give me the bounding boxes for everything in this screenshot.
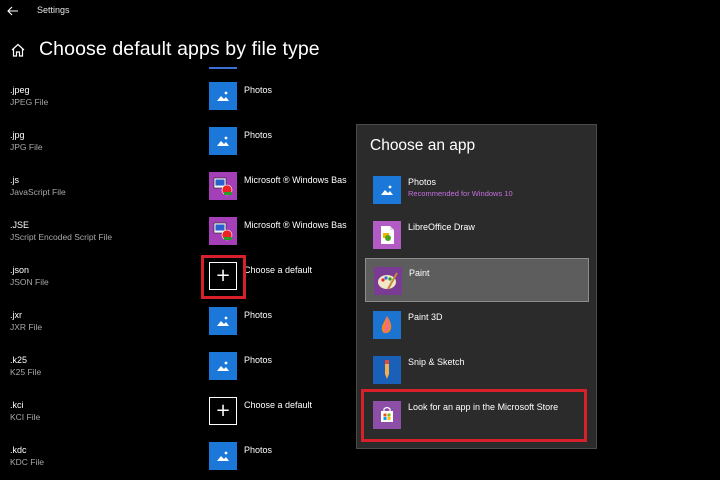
file-description: K25 File bbox=[10, 367, 42, 377]
default-app-name: Photos bbox=[244, 85, 273, 95]
photos-icon bbox=[373, 176, 401, 204]
file-type-row-jse: .JSE JScript Encoded Script File Microso… bbox=[0, 217, 360, 265]
app-option-libreoffice-draw[interactable]: LibreOffice Draw bbox=[365, 213, 589, 257]
list-scroll-indicator bbox=[209, 67, 237, 69]
file-type-row-k25: .k25 K25 File Photos bbox=[0, 352, 360, 400]
file-type-row-kci: .kci KCI File + Choose a default bbox=[0, 397, 360, 445]
paint-icon bbox=[374, 267, 402, 295]
file-description: JScript Encoded Script File bbox=[10, 232, 113, 242]
file-type-row-json: .json JSON File + Choose a default bbox=[0, 262, 360, 310]
default-app-button[interactable]: Photos bbox=[209, 82, 369, 112]
app-option-name: LibreOffice Draw bbox=[408, 222, 475, 232]
app-option-snip-sketch[interactable]: Snip & Sketch bbox=[365, 348, 589, 392]
photos-icon bbox=[209, 442, 237, 470]
file-extension: .jpg bbox=[10, 130, 25, 140]
plus-icon: + bbox=[209, 397, 237, 425]
app-option-paint[interactable]: Paint bbox=[365, 258, 589, 302]
flyout-title: Choose an app bbox=[370, 137, 476, 154]
default-app-name: Photos bbox=[244, 310, 273, 320]
page-title: Choose default apps by file type bbox=[39, 38, 320, 60]
file-extension: .js bbox=[10, 175, 19, 185]
default-app-button[interactable]: Photos bbox=[209, 352, 369, 382]
default-app-button[interactable]: Photos bbox=[209, 307, 369, 337]
app-option-photos[interactable]: Photos Recommended for Windows 10 bbox=[365, 168, 589, 212]
default-app-button[interactable]: Photos bbox=[209, 127, 369, 157]
photos-icon bbox=[209, 127, 237, 155]
title-bar: Settings bbox=[0, 0, 720, 24]
app-option-name: Paint 3D bbox=[408, 312, 443, 322]
photos-icon bbox=[209, 307, 237, 335]
default-app-name: Microsoft ® Windows Bas bbox=[244, 220, 347, 230]
file-description: JPG File bbox=[10, 142, 43, 152]
file-description: KCI File bbox=[10, 412, 41, 422]
window-title: Settings bbox=[37, 5, 70, 15]
libreoffice-draw-icon bbox=[373, 221, 401, 249]
default-app-button[interactable]: Microsoft ® Windows Bas bbox=[209, 217, 369, 247]
windows-script-host-icon bbox=[209, 172, 237, 200]
file-extension: .k25 bbox=[10, 355, 28, 365]
file-extension: .jpeg bbox=[10, 85, 30, 95]
file-type-row-jxr: .jxr JXR File Photos bbox=[0, 307, 360, 355]
file-extension: .kdc bbox=[10, 445, 27, 455]
home-icon[interactable] bbox=[10, 42, 26, 58]
default-app-button[interactable]: Photos bbox=[209, 442, 369, 472]
default-app-name: Choose a default bbox=[244, 265, 313, 275]
snip-sketch-icon bbox=[373, 356, 401, 384]
default-app-name: Choose a default bbox=[244, 400, 313, 410]
file-description: KDC File bbox=[10, 457, 45, 467]
file-type-row-jpg: .jpg JPG File Photos bbox=[0, 127, 360, 175]
photos-icon bbox=[209, 352, 237, 380]
default-app-name: Photos bbox=[244, 445, 273, 455]
highlight-box bbox=[361, 389, 587, 442]
app-option-paint-3d[interactable]: Paint 3D bbox=[365, 303, 589, 347]
file-description: JavaScript File bbox=[10, 187, 66, 197]
file-extension: .kci bbox=[10, 400, 24, 410]
app-option-name: Paint bbox=[409, 268, 430, 278]
app-option-name: Snip & Sketch bbox=[408, 357, 465, 367]
default-app-button[interactable]: Microsoft ® Windows Bas bbox=[209, 172, 369, 202]
file-extension: .JSE bbox=[10, 220, 30, 230]
photos-icon bbox=[209, 82, 237, 110]
file-description: JXR File bbox=[10, 322, 43, 332]
recommended-label: Recommended for Windows 10 bbox=[408, 189, 513, 198]
choose-default-button[interactable]: + Choose a default bbox=[209, 397, 369, 427]
file-description: JPEG File bbox=[10, 97, 49, 107]
settings-window: Settings Choose default apps by file typ… bbox=[0, 0, 720, 480]
default-app-name: Photos bbox=[244, 355, 273, 365]
file-type-row-js: .js JavaScript File Microsoft ® Windows … bbox=[0, 172, 360, 220]
paint-3d-icon bbox=[373, 311, 401, 339]
file-extension: .json bbox=[10, 265, 30, 275]
file-type-row-kdc: .kdc KDC File Photos bbox=[0, 442, 360, 480]
windows-script-host-icon bbox=[209, 217, 237, 245]
default-app-name: Microsoft ® Windows Bas bbox=[244, 175, 347, 185]
back-arrow-icon[interactable] bbox=[6, 4, 20, 18]
default-app-name: Photos bbox=[244, 130, 273, 140]
file-type-row-jpeg: .jpeg JPEG File Photos bbox=[0, 82, 360, 130]
file-extension: .jxr bbox=[10, 310, 22, 320]
file-description: JSON File bbox=[10, 277, 49, 287]
app-option-name: Photos bbox=[408, 177, 437, 187]
highlight-box bbox=[201, 255, 246, 299]
